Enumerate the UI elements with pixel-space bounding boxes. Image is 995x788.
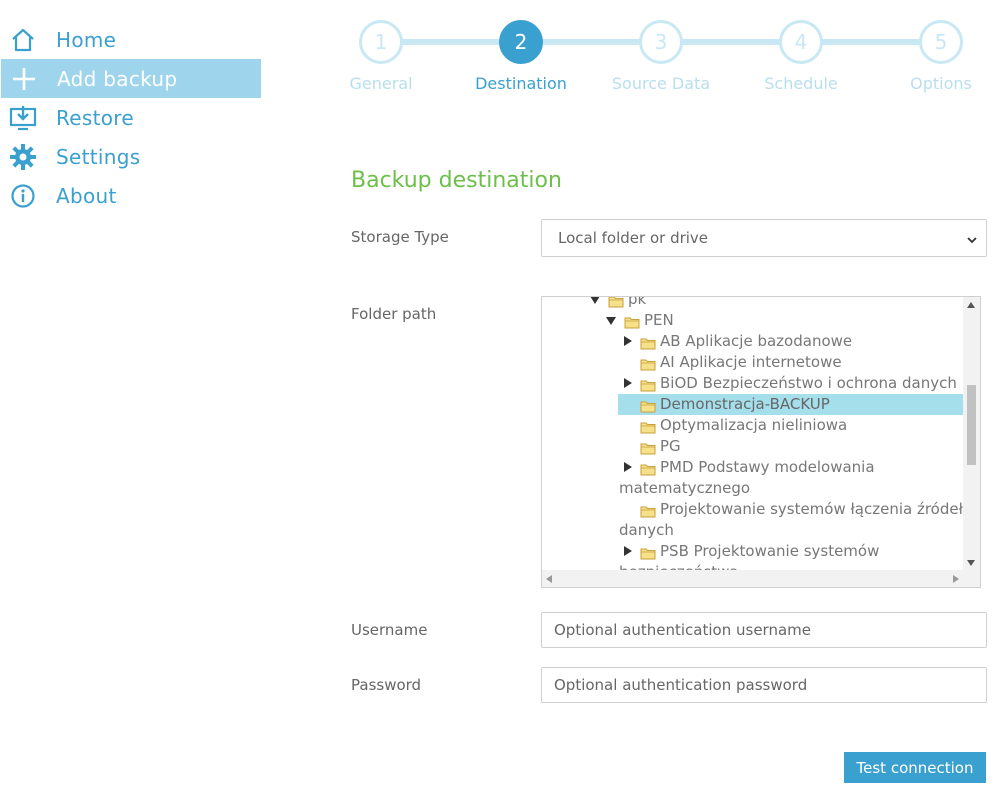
scroll-down-icon[interactable]	[967, 560, 975, 566]
step-circle: 5	[919, 20, 963, 64]
tree-row-continuation: danych	[542, 520, 964, 541]
expand-toggle-icon[interactable]	[606, 317, 616, 325]
tree-label: AI Aplikacje internetowe	[660, 353, 842, 371]
tree-label: Projektowanie systemów łączenia źródeł	[660, 500, 963, 518]
nav-about-label: About	[56, 183, 117, 208]
step-label: Destination	[475, 74, 567, 93]
step-options[interactable]: 5 Options	[881, 20, 995, 93]
nav-add-backup-label: Add backup	[57, 66, 178, 91]
nav-restore-label: Restore	[56, 105, 134, 130]
nav-home[interactable]: Home	[0, 20, 262, 59]
sidebar: Home Add backup Restore Settings About	[0, 20, 262, 215]
tree-label: PG	[660, 437, 681, 455]
tree-row[interactable]: AI Aplikacje internetowe	[542, 352, 964, 373]
tree-row[interactable]: Optymalizacja nieliniowa	[542, 415, 964, 436]
username-label: Username	[351, 621, 428, 639]
wizard-stepper: 1 General 2 Destination 3 Source Data 4 …	[340, 20, 990, 100]
home-icon	[8, 25, 38, 55]
step-circle: 4	[779, 20, 823, 64]
gear-icon	[8, 142, 38, 172]
storage-type-value: Local folder or drive	[558, 229, 709, 247]
tree-row[interactable]: PSB Projektowanie systemów	[542, 541, 964, 562]
nav-settings[interactable]: Settings	[0, 137, 262, 176]
tree-row[interactable]: PG	[542, 436, 964, 457]
tree-row-continuation: matematycznego	[542, 478, 964, 499]
tree-row[interactable]: PEN	[542, 310, 964, 331]
scrollbar-thumb[interactable]	[967, 385, 976, 465]
storage-type-label: Storage Type	[351, 228, 449, 246]
step-destination[interactable]: 2 Destination	[461, 20, 581, 93]
test-connection-button[interactable]: Test connection	[844, 752, 986, 783]
tree-label-continuation: matematycznego	[619, 479, 751, 497]
step-general[interactable]: 1 General	[321, 20, 441, 93]
password-label: Password	[351, 676, 422, 694]
tree-row[interactable]: Projektowanie systemów łączenia źródeł	[542, 499, 964, 520]
scroll-up-icon[interactable]	[967, 302, 975, 308]
expand-toggle-icon[interactable]	[590, 297, 600, 304]
tree-label: PSB Projektowanie systemów	[660, 542, 880, 560]
tree-label: PMD Podstawy modelowania	[660, 458, 875, 476]
tree-row[interactable]: PMD Podstawy modelowania	[542, 457, 964, 478]
step-schedule[interactable]: 4 Schedule	[741, 20, 861, 93]
horizontal-scrollbar[interactable]	[542, 570, 963, 587]
folder-tree[interactable]: pk PEN AB Aplikacje bazodanowe AI Aplika…	[541, 296, 981, 588]
plus-icon	[9, 64, 39, 94]
folder-tree-content: pk PEN AB Aplikacje bazodanowe AI Aplika…	[542, 296, 964, 583]
info-icon	[8, 181, 38, 211]
tree-label: pk	[628, 296, 647, 308]
tree-row[interactable]: pk	[542, 296, 964, 310]
expand-toggle-icon[interactable]	[624, 546, 632, 556]
username-input[interactable]	[541, 612, 987, 648]
password-input[interactable]	[541, 667, 987, 703]
step-circle: 2	[499, 20, 543, 64]
tree-label: Demonstracja-BACKUP	[660, 395, 830, 413]
scroll-left-icon[interactable]	[546, 575, 552, 583]
section-title: Backup destination	[351, 168, 562, 193]
vertical-scrollbar[interactable]	[963, 297, 980, 587]
folder-path-label: Folder path	[351, 305, 437, 323]
tree-row-selected[interactable]: Demonstracja-BACKUP	[542, 394, 964, 415]
restore-icon	[8, 103, 38, 133]
step-label: General	[349, 74, 413, 93]
scroll-right-icon[interactable]	[953, 575, 959, 583]
expand-toggle-icon[interactable]	[624, 336, 632, 346]
tree-row[interactable]: BiOD Bezpieczeństwo i ochrona danych	[542, 373, 964, 394]
tree-label: BiOD Bezpieczeństwo i ochrona danych	[660, 374, 957, 392]
tree-row[interactable]: AB Aplikacje bazodanowe	[542, 331, 964, 352]
nav-home-label: Home	[56, 27, 117, 52]
nav-settings-label: Settings	[56, 144, 141, 169]
tree-label: Optymalizacja nieliniowa	[660, 416, 848, 434]
step-circle: 1	[359, 20, 403, 64]
storage-type-select[interactable]: Local folder or drive	[541, 219, 987, 257]
tree-label: PEN	[644, 311, 674, 329]
tree-label: AB Aplikacje bazodanowe	[660, 332, 853, 350]
tree-label-continuation: danych	[619, 521, 674, 539]
nav-add-backup[interactable]: Add backup	[1, 59, 261, 98]
nav-about[interactable]: About	[0, 176, 262, 215]
chevron-down-icon	[966, 232, 978, 250]
nav-restore[interactable]: Restore	[0, 98, 262, 137]
step-label: Options	[910, 74, 972, 93]
expand-toggle-icon[interactable]	[624, 462, 632, 472]
step-label: Schedule	[764, 74, 838, 93]
step-circle: 3	[639, 20, 683, 64]
step-source-data[interactable]: 3 Source Data	[601, 20, 721, 93]
expand-toggle-icon[interactable]	[624, 378, 632, 388]
step-label: Source Data	[611, 74, 711, 93]
